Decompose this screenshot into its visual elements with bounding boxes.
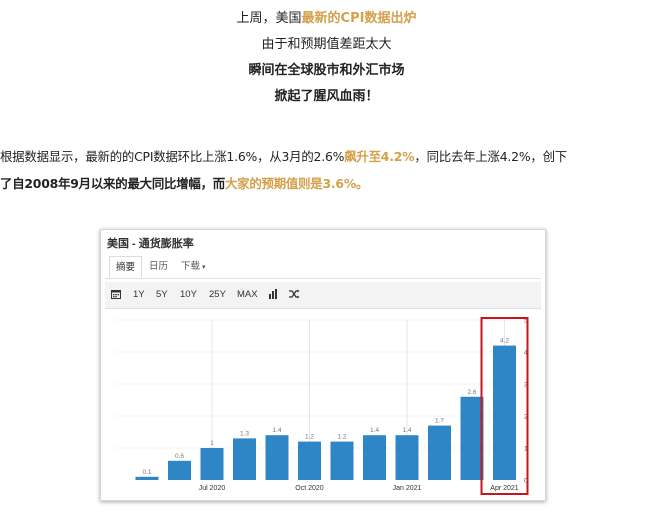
data-label: 1 xyxy=(210,440,214,447)
data-label: 1.4 xyxy=(370,427,379,434)
highlight-cpi: 最新的CPI数据出炉 xyxy=(301,11,417,26)
bar xyxy=(330,441,354,480)
paragraph-line-2: 了自2008年9月以来的最大同比增幅，而大家的预期值则是3.6%。 xyxy=(0,176,369,191)
data-label: 0.6 xyxy=(175,453,184,460)
range-max-button[interactable]: MAX xyxy=(237,282,258,308)
bar xyxy=(493,345,516,480)
shuffle-icon[interactable] xyxy=(289,282,300,308)
paragraph: 根据数据显示，最新的的CPI数据环比上涨1.6%，从3月的2.6%飙升至4.2%… xyxy=(0,143,653,197)
bar xyxy=(265,435,289,480)
widget-tabs: 摘要 日历 下载 ▾ xyxy=(105,252,541,279)
range-25y-button[interactable]: 25Y xyxy=(209,282,226,308)
bar xyxy=(460,396,484,480)
paragraph-line-1: 根据数据显示，最新的的CPI数据环比上涨1.6%，从3月的2.6%飙升至4.2%… xyxy=(0,149,567,164)
intro-line-1: 上周，美国最新的CPI数据出炉 xyxy=(236,11,417,26)
range-10y-button[interactable]: 10Y xyxy=(180,282,197,308)
bar xyxy=(298,441,321,480)
data-label: 4.2 xyxy=(500,338,509,345)
intro-text: 上周，美国最新的CPI数据出炉 由于和预期值差距太大 瞬间在全球股市和外汇市场 … xyxy=(0,6,653,110)
inflation-bar-chart: 0123450.10.611.3 1.41.2 1.21.4 1.41.72.64.2… xyxy=(117,317,529,495)
bar xyxy=(428,425,451,480)
x-tick-label: Jul 2020 xyxy=(199,485,226,492)
data-label: 1.3 xyxy=(240,430,249,437)
range-1y-button[interactable]: 1Y xyxy=(133,282,145,308)
data-label: 1.4 xyxy=(402,427,411,434)
bar xyxy=(363,435,386,480)
tab-calendar[interactable]: 日历 xyxy=(143,256,174,278)
intro-line-3: 瞬间在全球股市和外汇市场 xyxy=(248,63,405,78)
data-label: 0.1 xyxy=(142,469,151,476)
widget-title: 美国 - 通货膨胀率 xyxy=(107,238,194,250)
data-label: 2.6 xyxy=(467,389,476,396)
intro-line-4: 掀起了腥风血雨！ xyxy=(274,89,379,104)
range-5y-button[interactable]: 5Y xyxy=(156,282,168,308)
data-label: 1.7 xyxy=(435,418,444,425)
bar xyxy=(168,460,191,480)
tab-download[interactable]: 下载 ▾ xyxy=(175,256,212,278)
chevron-down-icon: ▾ xyxy=(202,264,206,271)
x-tick-label: Apr 2021 xyxy=(490,485,519,492)
data-label: 1.2 xyxy=(337,434,346,441)
bar-chart-icon[interactable] xyxy=(268,282,278,308)
x-tick-label: Oct 2020 xyxy=(295,485,324,492)
bar xyxy=(135,476,159,480)
x-tick-label: Jan 2021 xyxy=(393,485,422,492)
calendar-icon[interactable] xyxy=(111,282,121,308)
inflation-widget: 美国 - 通货膨胀率 摘要 日历 下载▾ 1Y 5Y 10Y 25Y MAX xyxy=(100,229,546,501)
highlight-surge: 飙升至4.2% xyxy=(344,149,415,164)
bar xyxy=(200,448,224,480)
chart-toolbar: 1Y 5Y 10Y 25Y MAX xyxy=(105,282,541,309)
bar xyxy=(233,438,256,480)
data-label: 1.2 xyxy=(305,434,314,441)
bar xyxy=(395,435,419,480)
highlight-expectation: 大家的预期值则是3.6%。 xyxy=(224,176,369,191)
data-label: 1.4 xyxy=(272,427,281,434)
tab-summary[interactable]: 摘要 xyxy=(109,256,143,278)
intro-line-2: 由于和预期值差距太大 xyxy=(261,37,392,52)
